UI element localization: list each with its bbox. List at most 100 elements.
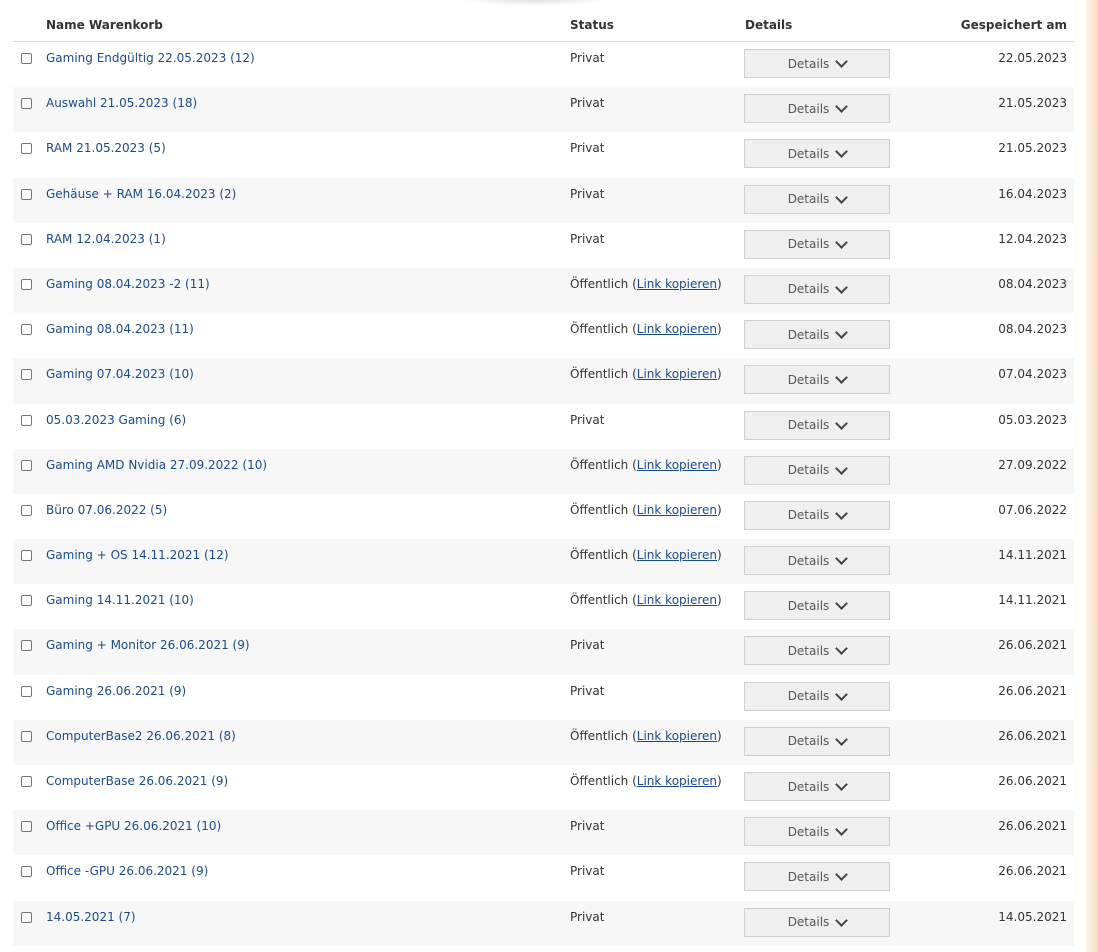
row-select-checkbox[interactable] (21, 188, 32, 200)
details-button-label: Details (787, 508, 830, 523)
copy-link-button[interactable]: Link kopieren (637, 593, 717, 607)
row-select-checkbox[interactable] (21, 776, 32, 787)
copy-link-button[interactable]: Link kopieren (637, 458, 717, 472)
row-select-checkbox[interactable] (21, 459, 32, 471)
cart-name-link[interactable]: Büro 07.06.2022 (5) (46, 503, 167, 517)
row-select-checkbox[interactable] (21, 640, 32, 652)
copy-link-button[interactable]: Link kopieren (637, 548, 717, 562)
details-button[interactable]: Details (744, 94, 890, 124)
row-select-checkbox[interactable] (21, 550, 32, 562)
row-select-checkbox[interactable] (21, 233, 32, 245)
cart-name-link[interactable]: ComputerBase2 26.06.2021 (8) (46, 729, 236, 743)
column-header-status: Status (570, 18, 614, 32)
cart-name-link[interactable]: Gaming AMD Nvidia 27.09.2022 (10) (46, 458, 267, 472)
details-button[interactable]: Details (744, 681, 890, 711)
cart-status-label: Öffentlich (570, 728, 629, 743)
details-button[interactable]: Details (744, 862, 890, 892)
cart-name-link[interactable]: RAM 21.05.2023 (5) (46, 141, 166, 155)
details-button-label: Details (787, 101, 830, 116)
saved-date: 27.09.2022 (998, 457, 1067, 472)
cart-name-link[interactable]: Gaming 26.06.2021 (9) (46, 684, 186, 698)
copy-link-button[interactable]: Link kopieren (637, 322, 717, 336)
details-button[interactable]: Details (744, 455, 890, 485)
chevron-down-icon (835, 778, 849, 791)
row-select-checkbox[interactable] (21, 324, 32, 336)
details-button[interactable]: Details (744, 274, 890, 304)
cart-status-label: Öffentlich (570, 774, 629, 788)
details-button[interactable]: Details (744, 320, 890, 350)
row-select-checkbox[interactable] (21, 143, 32, 155)
details-button[interactable]: Details (744, 500, 890, 530)
cart-name-link[interactable]: 14.05.2021 (7) (46, 910, 136, 924)
saved-date: 16.04.2023 (998, 186, 1067, 201)
cart-name-link[interactable]: Gehäuse + RAM 16.04.2023 (2) (46, 187, 236, 201)
row-select-checkbox[interactable] (21, 53, 32, 64)
saved-date: 21.05.2023 (998, 141, 1067, 156)
cart-name-link[interactable]: 05.03.2023 Gaming (6) (46, 413, 186, 427)
details-button[interactable]: Details (744, 907, 890, 937)
row-select-checkbox[interactable] (21, 730, 32, 742)
row-select-checkbox[interactable] (21, 98, 32, 110)
details-button[interactable]: Details (744, 139, 890, 169)
row-select-checkbox[interactable] (21, 685, 32, 697)
cart-name-link[interactable]: Gaming Endgültig 22.05.2023 (12) (46, 51, 255, 65)
cart-status: Privat (570, 51, 604, 65)
cart-name-link[interactable]: Office +GPU 26.06.2021 (10) (46, 819, 221, 833)
details-button[interactable]: Details (744, 184, 890, 214)
details-button[interactable]: Details (744, 365, 890, 395)
table-row: ComputerBase2 26.06.2021 (8) Öffentlich (… (13, 719, 1074, 765)
row-select-checkbox[interactable] (21, 866, 32, 878)
details-button[interactable]: Details (744, 817, 890, 847)
row-select-checkbox[interactable] (21, 595, 32, 607)
details-button-label: Details (787, 463, 830, 478)
cart-name-link[interactable]: RAM 12.04.2023 (1) (46, 232, 166, 246)
cart-name-link[interactable]: Gaming 07.04.2023 (10) (46, 367, 194, 381)
cart-status-label: Öffentlich (570, 276, 629, 291)
cart-status: Öffentlich (Link kopieren) (570, 728, 722, 743)
details-button[interactable]: Details (744, 229, 890, 259)
copy-link-button[interactable]: Link kopieren (637, 367, 717, 381)
cart-status-label: Privat (570, 186, 605, 201)
chevron-down-icon (835, 507, 849, 520)
cart-status: Privat (570, 96, 604, 110)
cart-status-label: Privat (570, 909, 605, 924)
row-select-checkbox[interactable] (21, 369, 32, 381)
copy-link-button[interactable]: Link kopieren (637, 729, 717, 743)
details-button[interactable]: Details (744, 410, 890, 440)
cart-status-label: Privat (570, 412, 605, 427)
copy-link-button[interactable]: Link kopieren (637, 503, 717, 517)
row-select-checkbox[interactable] (21, 821, 32, 833)
cart-status-label: Öffentlich (570, 322, 629, 337)
row-select-checkbox[interactable] (21, 414, 32, 426)
cart-name-link[interactable]: Gaming 08.04.2023 -2 (11) (46, 277, 210, 291)
details-button[interactable]: Details (744, 636, 890, 666)
saved-date: 14.11.2021 (998, 548, 1067, 563)
details-button[interactable]: Details (744, 546, 890, 576)
table-row: RAM 12.04.2023 (1) Privat Details 12.04.202… (13, 222, 1074, 268)
copy-link-button[interactable]: Link kopieren (637, 774, 717, 788)
details-button[interactable]: Details (744, 591, 890, 621)
cart-name-link[interactable]: Auswahl 21.05.2023 (18) (46, 96, 197, 110)
cart-name-link[interactable]: Office -GPU 26.06.2021 (9) (46, 864, 208, 878)
details-button-label: Details (787, 146, 830, 161)
cart-name-link[interactable]: Gaming 14.11.2021 (10) (46, 593, 194, 607)
details-button[interactable]: Details (744, 49, 890, 78)
saved-date: 05.03.2023 (998, 412, 1067, 427)
cart-name-link[interactable]: ComputerBase 26.06.2021 (9) (46, 774, 228, 788)
details-button-label: Details (787, 282, 830, 297)
details-button[interactable]: Details (744, 772, 890, 801)
row-select-checkbox[interactable] (21, 911, 32, 923)
cart-name-link[interactable]: Gaming 08.04.2023 (11) (46, 322, 194, 336)
row-select-checkbox[interactable] (21, 504, 32, 516)
details-button-label: Details (787, 598, 830, 613)
chevron-down-icon (835, 145, 849, 159)
cart-name-link[interactable]: Gaming + OS 14.11.2021 (12) (46, 548, 229, 562)
cart-name-link[interactable]: Gaming + Monitor 26.06.2021 (9) (46, 638, 250, 652)
table-row: Gaming Endgültig 22.05.2023 (12) Privat De… (13, 42, 1074, 88)
details-button-label: Details (787, 418, 830, 432)
details-button[interactable]: Details (744, 726, 890, 756)
saved-date: 12.04.2023 (998, 231, 1067, 246)
copy-link-button[interactable]: Link kopieren (637, 277, 717, 291)
row-select-checkbox[interactable] (21, 278, 32, 290)
table-row: Büro 07.06.2022 (5) Öffentlich (Link kopi… (13, 493, 1074, 540)
